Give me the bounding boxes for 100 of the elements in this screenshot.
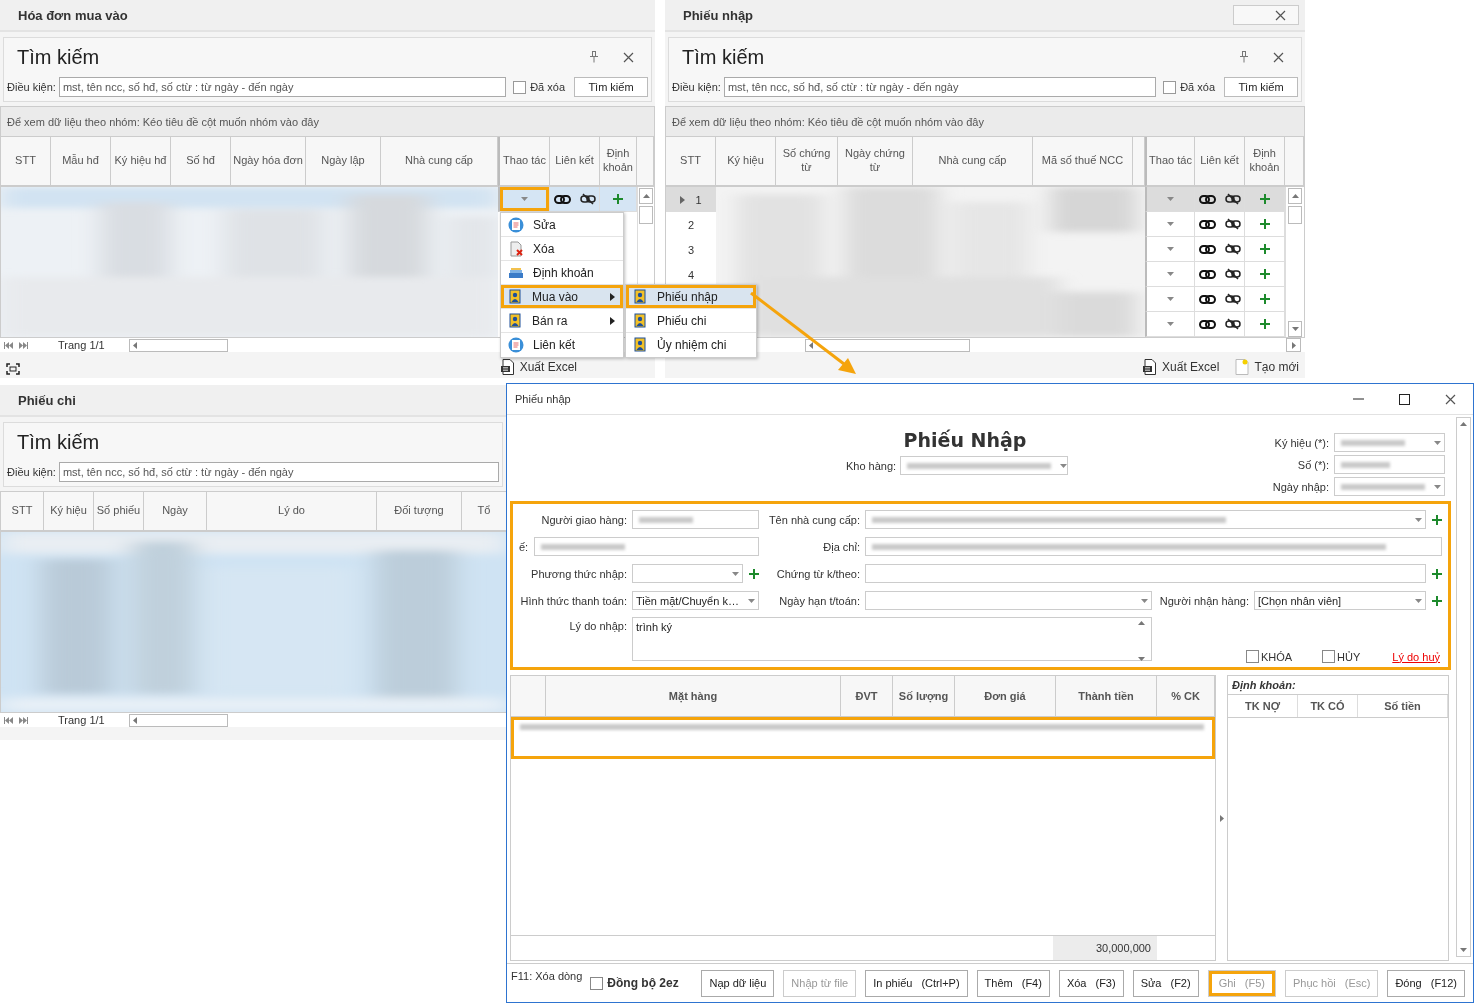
export-button[interactable]: Xuất Excel (499, 359, 577, 375)
cancel-reason-link[interactable]: Lý do huỷ (1392, 650, 1440, 663)
dropdown-field[interactable] (1334, 433, 1445, 452)
plus-icon[interactable] (1259, 219, 1270, 229)
menu-item[interactable]: Mua vào (501, 285, 623, 309)
scrollbar[interactable] (128, 713, 228, 727)
last-page-icon[interactable] (19, 341, 28, 349)
unlink-icon[interactable] (1224, 268, 1241, 280)
action-button[interactable]: Xóa (F3) (1058, 969, 1124, 997)
first-page-icon[interactable] (4, 341, 13, 349)
field-label: Ký hiệu (*): (1274, 436, 1329, 449)
dropdown-field[interactable]: [Chọn nhân viên] (1254, 591, 1426, 610)
dropdown-cell[interactable] (1145, 262, 1195, 287)
scroll-down-icon (1138, 657, 1145, 661)
checkbox[interactable]: KHÓA (1245, 650, 1293, 663)
unlink-icon[interactable] (1224, 318, 1241, 330)
menu-item[interactable]: Bán ra (501, 309, 623, 333)
scrollbar[interactable] (1285, 187, 1304, 337)
scrollbar[interactable] (805, 338, 970, 352)
unlink-icon[interactable] (579, 193, 596, 205)
action-button[interactable]: Sửa (F2) (1132, 969, 1199, 997)
pin-icon[interactable] (1239, 51, 1249, 63)
menu-item[interactable]: Phiếu chi (626, 309, 756, 333)
plus-icon[interactable] (1432, 595, 1442, 606)
dropdown-cell[interactable] (1145, 237, 1195, 262)
scroll-down-icon (1460, 948, 1467, 952)
link-icon[interactable] (553, 193, 571, 205)
link-icon[interactable] (1198, 193, 1216, 205)
sync-checkbox[interactable]: Đồng bộ 2ez (590, 976, 679, 990)
dropdown-cell[interactable] (1145, 212, 1195, 237)
scroll-down-button[interactable] (1288, 321, 1302, 337)
dropdown-cell[interactable] (1145, 187, 1195, 212)
fit-screen-icon[interactable] (6, 363, 20, 375)
search-field[interactable]: mst, tên ncc, số hđ, số ctừ : từ ngày - đến ngày (58, 77, 507, 97)
close-icon[interactable] (623, 51, 634, 63)
link-icon[interactable] (1198, 218, 1216, 230)
unlink-icon[interactable] (1224, 243, 1241, 255)
scroll-up-button[interactable] (639, 188, 653, 204)
search-field[interactable]: mst, tên ncc, số hđ, số ctừ : từ ngày - đến ngày (58, 462, 499, 482)
link-icon[interactable] (1198, 318, 1216, 330)
dropdown-field[interactable] (632, 564, 743, 583)
export-button[interactable]: Xuất Excel (1142, 359, 1220, 375)
checkbox[interactable]: HỦY (1322, 650, 1361, 663)
close-icon[interactable] (1275, 9, 1286, 21)
dropdown-cell[interactable] (1145, 312, 1195, 337)
dropdown-cell[interactable] (1145, 287, 1195, 312)
link-icon[interactable] (1198, 293, 1216, 305)
dropdown-field[interactable] (900, 456, 1069, 475)
dropdown-field[interactable]: Tiền mặt/Chuyển k… (632, 591, 759, 610)
menu-item[interactable]: Liên kết (501, 333, 623, 357)
scroll-thumb[interactable] (1288, 206, 1302, 224)
action-button[interactable]: In phiếu (Ctrl+P) (865, 969, 968, 997)
deleted-checkbox[interactable]: Đã xóa (1163, 80, 1215, 94)
last-page-icon[interactable] (19, 716, 28, 724)
dropdown-field[interactable] (865, 510, 1426, 529)
scroll-right-button[interactable] (1286, 338, 1301, 352)
dropdown-field[interactable] (1334, 477, 1445, 496)
column-header: Nhà cung cấp (381, 137, 498, 187)
search-button[interactable]: Tìm kiếm (574, 77, 648, 97)
action-button[interactable]: Đóng (F12) (1387, 969, 1465, 997)
text-area[interactable]: trình ký (632, 617, 1152, 661)
first-page-icon[interactable] (4, 716, 13, 724)
plus-icon[interactable] (1432, 568, 1442, 579)
search-field[interactable]: mst, tên ncc, số hđ, số ctừ : từ ngày - đến ngày (723, 77, 1157, 97)
text-field[interactable] (865, 537, 1442, 556)
menu-item[interactable]: Phiếu nhập (626, 285, 756, 309)
plus-icon[interactable] (1259, 244, 1270, 254)
scroll-up-button[interactable] (1288, 188, 1302, 204)
text-field[interactable] (1334, 455, 1445, 474)
text-field[interactable] (632, 510, 759, 529)
link-icon[interactable] (1198, 243, 1216, 255)
unlink-icon[interactable] (1224, 218, 1241, 230)
new-button[interactable]: Tạo mới (1235, 359, 1299, 375)
action-button[interactable]: Nạp dữ liệu (701, 969, 775, 997)
scrollbar[interactable] (1456, 417, 1471, 957)
text-field[interactable] (865, 564, 1426, 583)
unlink-icon[interactable] (1224, 193, 1241, 205)
dropdown-field[interactable] (865, 591, 1152, 610)
close-icon[interactable] (1273, 51, 1284, 63)
deleted-checkbox[interactable]: Đã xóa (513, 80, 565, 94)
link-icon[interactable] (1198, 268, 1216, 280)
menu-item[interactable]: Xóa (501, 237, 623, 261)
pin-icon[interactable] (589, 51, 599, 63)
scrollbar[interactable] (128, 338, 228, 352)
menu-item[interactable]: Ủy nhiệm chi (626, 333, 756, 357)
search-button[interactable]: Tìm kiếm (1224, 77, 1298, 97)
plus-icon[interactable] (749, 568, 759, 579)
text-field[interactable] (534, 537, 759, 556)
unlink-icon[interactable] (1224, 293, 1241, 305)
plus-icon[interactable] (1259, 269, 1270, 279)
plus-icon[interactable] (1432, 514, 1442, 525)
scroll-right-icon[interactable] (1219, 814, 1224, 822)
dropdown-cell[interactable] (498, 187, 550, 212)
plus-icon[interactable] (1259, 294, 1270, 304)
menu-item[interactable]: Sửa (501, 213, 623, 237)
plus-icon[interactable] (613, 194, 623, 204)
plus-icon[interactable] (1259, 319, 1270, 329)
scroll-thumb[interactable] (639, 206, 653, 224)
action-button[interactable]: Thêm (F4) (976, 969, 1050, 997)
plus-icon[interactable] (1259, 194, 1270, 204)
